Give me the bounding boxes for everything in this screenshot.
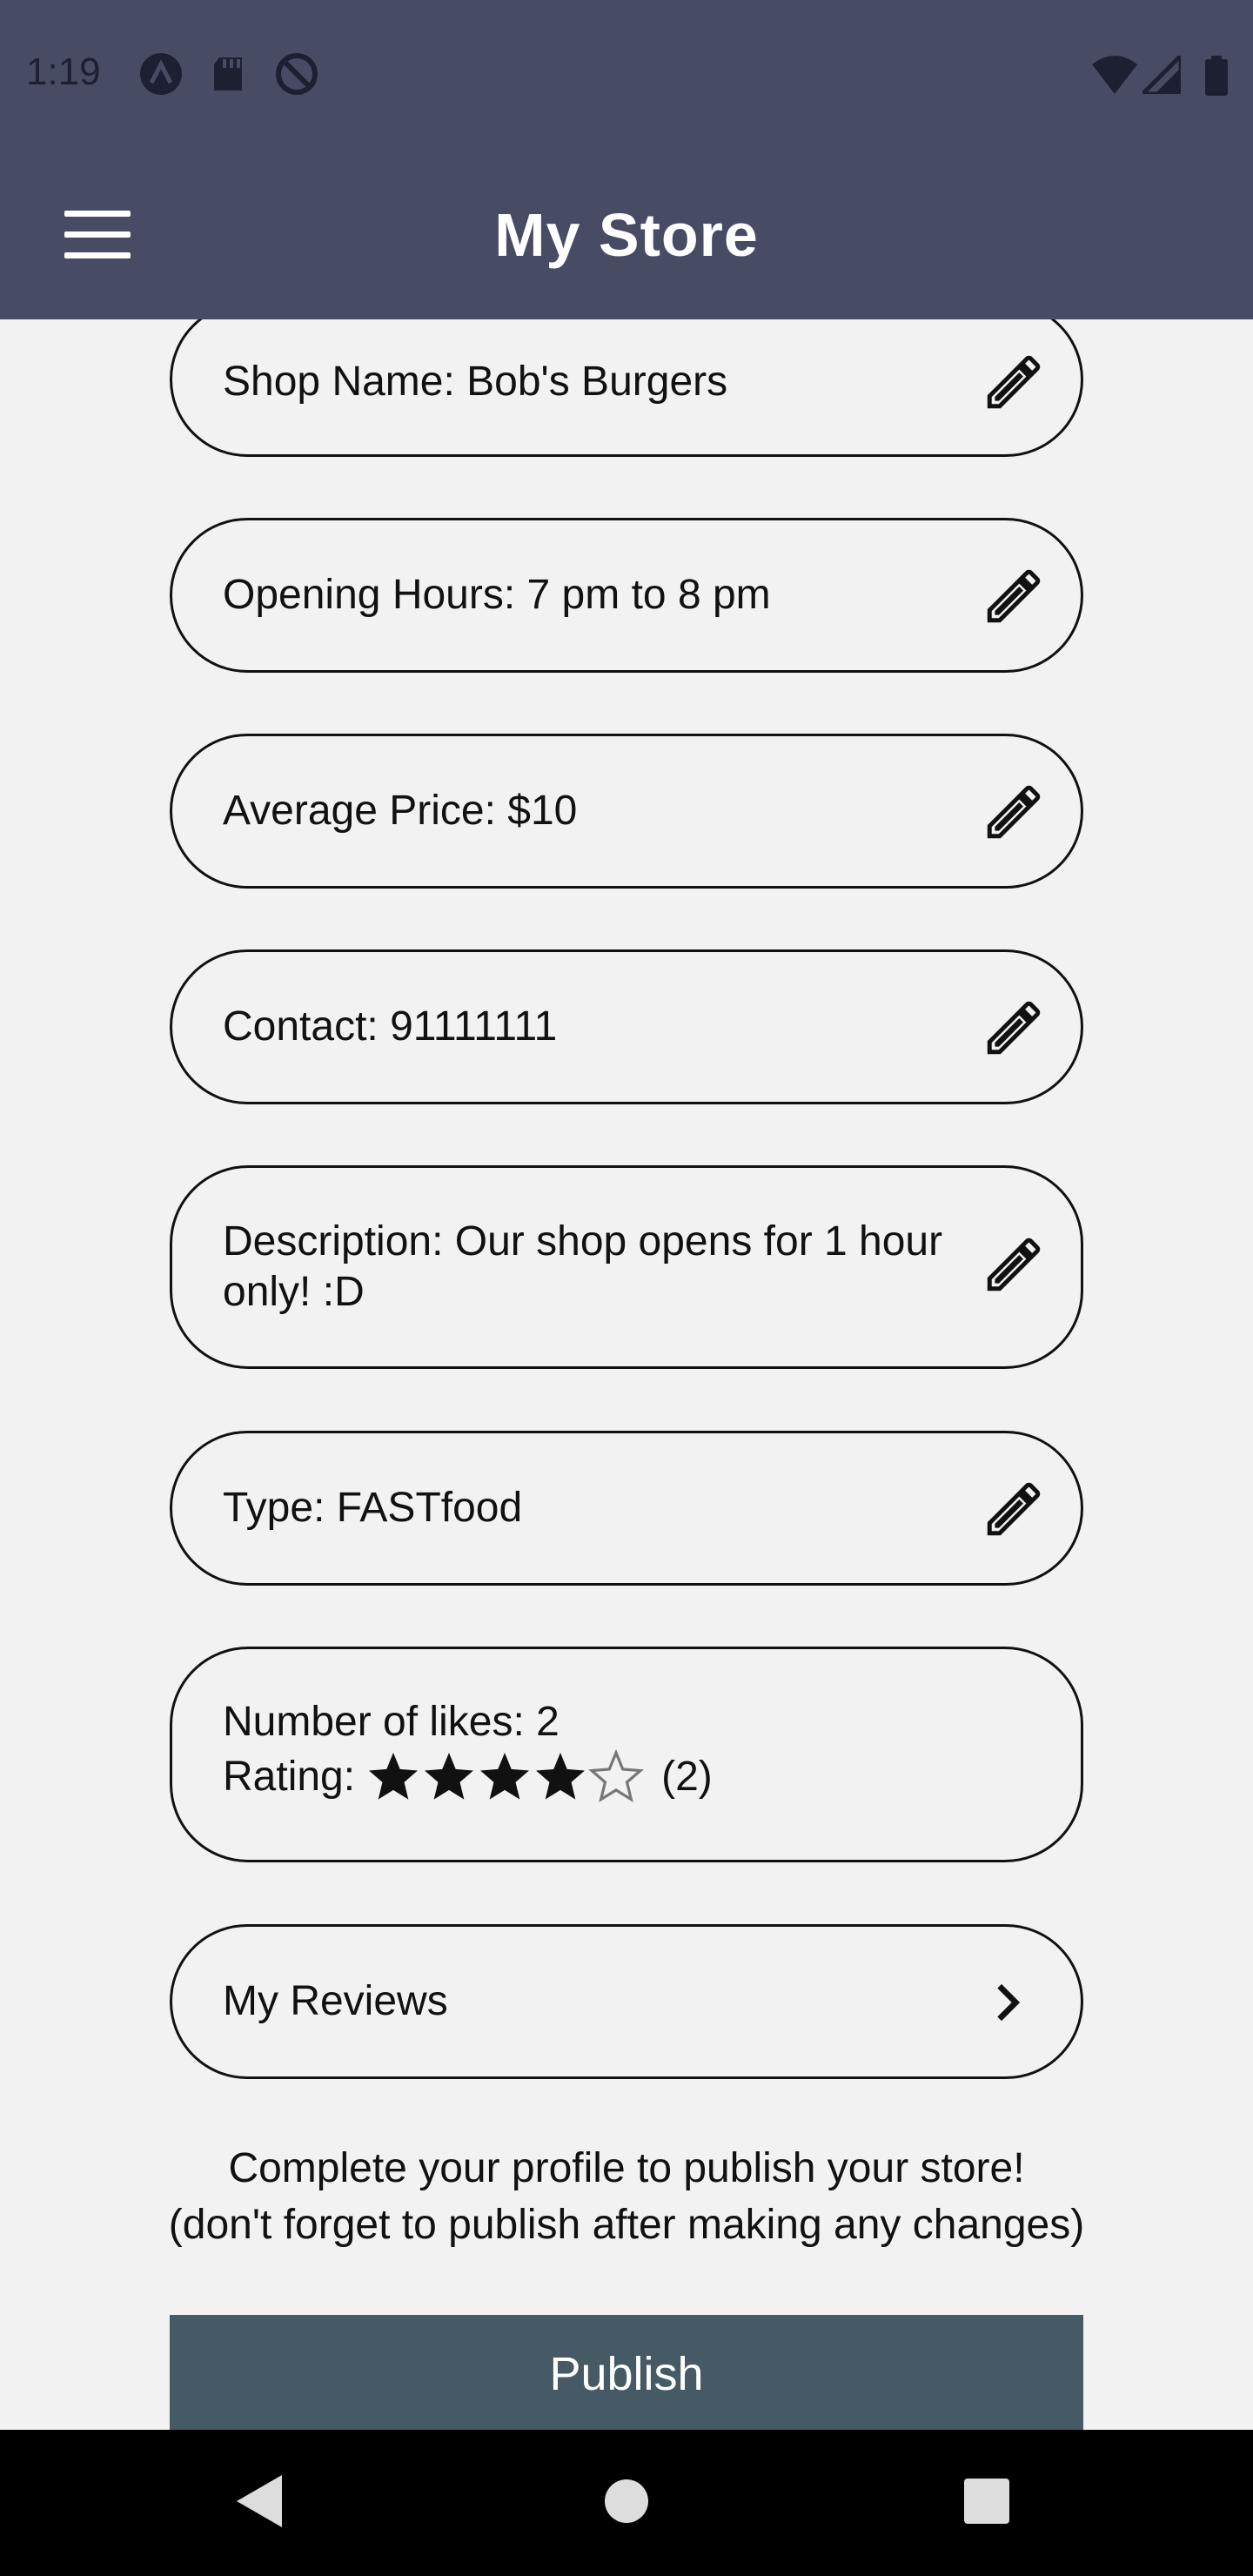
pencil-icon[interactable] [982, 564, 1046, 628]
store-profile-content: Shop Name: Bob's Burgers Opening Hours: … [0, 319, 1253, 2430]
publish-hint-line1: Complete your profile to publish your st… [228, 2145, 1025, 2191]
rating-label: Rating: [223, 1754, 356, 1800]
pencil-icon[interactable] [982, 350, 1046, 414]
pencil-icon[interactable] [982, 1477, 1046, 1541]
rating-row: Rating: (2) [223, 1749, 713, 1805]
pencil-icon[interactable] [982, 996, 1046, 1060]
notification-app-icon [140, 53, 182, 95]
page-title: My Store [494, 201, 759, 269]
back-icon[interactable] [237, 2473, 285, 2529]
signal-icon [1142, 56, 1181, 94]
star-icon [369, 1753, 419, 1800]
pencil-icon[interactable] [982, 780, 1046, 844]
publish-hint-line2: (don't forget to publish after making an… [168, 2202, 1085, 2248]
shop-name-field[interactable]: Shop Name: Bob's Burgers [170, 319, 1083, 457]
chevron-right-icon [997, 1983, 1021, 2022]
type-label: Type: FASTfood [223, 1485, 523, 1531]
average-price-label: Average Price: $10 [223, 788, 578, 834]
star-icon [480, 1753, 530, 1800]
opening-hours-label: Opening Hours: 7 pm to 8 pm [223, 572, 771, 618]
pencil-icon[interactable] [982, 1232, 1046, 1297]
status-time: 1:19 [26, 50, 101, 93]
star-icon [425, 1753, 474, 1800]
do-not-disturb-icon [276, 53, 318, 95]
star-icon [536, 1753, 586, 1800]
likes-count: Number of likes: 2 [223, 1699, 559, 1745]
status-bar: 1:19 [0, 0, 1253, 148]
stats-card: Number of likes: 2 Rating: (2) [170, 1647, 1083, 1862]
publish-hint: Complete your profile to publish your st… [0, 2140, 1253, 2253]
sd-card-icon [214, 57, 242, 91]
wifi-icon [1092, 56, 1137, 94]
opening-hours-field[interactable]: Opening Hours: 7 pm to 8 pm [170, 518, 1083, 673]
shop-name-label: Shop Name: Bob's Burgers [223, 359, 728, 405]
my-reviews-label: My Reviews [223, 1978, 448, 2024]
description-label-line2: only! :D [223, 1269, 365, 1315]
system-nav-bar [0, 2430, 1253, 2576]
average-price-field[interactable]: Average Price: $10 [170, 734, 1083, 889]
my-reviews-button[interactable]: My Reviews [170, 1924, 1083, 2079]
top-bar: 1:19 My Store [0, 0, 1253, 319]
battery-icon [1205, 56, 1228, 96]
home-icon[interactable] [604, 2479, 649, 2524]
recents-icon[interactable] [964, 2479, 1009, 2524]
star-icon [588, 1749, 645, 1803]
contact-field[interactable]: Contact: 91111111 [170, 949, 1083, 1104]
description-field[interactable]: Description: Our shop opens for 1 hour o… [170, 1165, 1083, 1369]
rating-count: (2) [661, 1754, 713, 1800]
publish-button[interactable]: Publish [170, 2315, 1083, 2437]
description-label-line1: Description: Our shop opens for 1 hour [223, 1218, 943, 1265]
rating-stars [365, 1749, 645, 1805]
type-field[interactable]: Type: FASTfood [170, 1431, 1083, 1586]
contact-label: Contact: 91111111 [223, 1003, 558, 1050]
